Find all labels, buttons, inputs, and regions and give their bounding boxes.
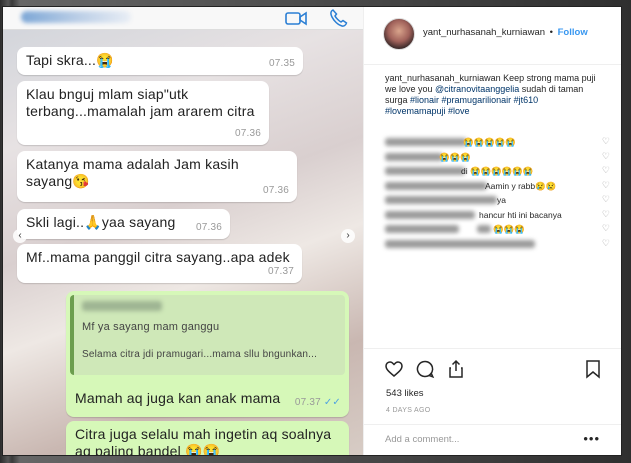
message-text: Skli lagi..🙏yaa sayang	[26, 214, 176, 230]
quote-line: Selama citra jdi pramugari...mama sllu b…	[82, 349, 318, 360]
comment-text: 😭😭😭😭😭	[463, 137, 516, 147]
message-time: 07.37	[267, 266, 294, 277]
like-comment-icon[interactable]: ♡	[602, 194, 610, 205]
instagram-side-panel: yant_nurhasanah_kurniawan • Follow yant_…	[363, 7, 621, 455]
chat-reply-message: Mf ya sayang mam ganggu Selama citra jdi…	[66, 291, 349, 417]
comment-item: di 😭😭😭😭😭😭 ♡	[385, 164, 610, 179]
follow-button[interactable]: Follow	[558, 27, 588, 38]
image-prev-arrow[interactable]: ‹	[13, 229, 27, 243]
message-text: Mamah aq juga kan anak mama	[75, 390, 281, 406]
chat-message: Skli lagi..🙏yaa sayang 07.36	[17, 209, 230, 239]
avatar[interactable]	[383, 18, 415, 50]
comment-text: ya	[497, 195, 506, 205]
message-time: 07.36	[234, 128, 261, 139]
post-header: yant_nurhasanah_kurniawan • Follow	[364, 7, 621, 65]
message-time: 07.37 ✓✓	[295, 394, 341, 411]
comment-text: 😭😭😭	[493, 224, 525, 234]
quote-line: Mf ya sayang mam ganggu	[82, 321, 220, 333]
comment-item: hancur hti ini bacanya ♡	[385, 208, 610, 223]
image-next-arrow[interactable]: ›	[341, 229, 355, 243]
blurred-commenter	[385, 138, 467, 146]
comment-item: Aamin y rabb😢😢 ♡	[385, 179, 610, 194]
message-text: Klau bnguj mlam siap"utk terbang...mamal…	[26, 86, 255, 119]
message-text: Mf..mama panggil citra sayang..apa adek	[26, 249, 290, 265]
share-upload-icon[interactable]	[446, 359, 466, 379]
add-comment-input[interactable]: Add a comment...	[385, 434, 459, 445]
message-text: Katanya mama adalah Jam kasih sayang😘	[26, 156, 239, 189]
like-comment-icon[interactable]: ♡	[602, 238, 610, 249]
add-comment-bar: Add a comment... •••	[364, 424, 621, 455]
message-text: Citra juga selalu mah ingetin aq soalnya…	[75, 426, 332, 455]
more-options-icon[interactable]: •••	[583, 431, 600, 446]
comment-item: ya ♡	[385, 193, 610, 208]
phone-call-icon	[330, 9, 348, 27]
comment-text: hancur hti ini bacanya	[479, 209, 562, 220]
blurred-commenter	[385, 167, 465, 175]
post-image-chat-screenshot: Tapi skra...😭 07.35 Klau bnguj mlam siap…	[3, 7, 363, 455]
post-actions-section: 543 likes 4 DAYS AGO Add a comment... ••…	[364, 348, 621, 455]
chat-message: Tapi skra...😭 07.35	[17, 47, 303, 75]
message-time: 07.36	[262, 185, 289, 196]
comment-text: Aamin y rabb😢😢	[485, 180, 557, 191]
comment-text: 😭😭😭	[439, 151, 471, 162]
blurred-commenter	[385, 225, 459, 233]
like-heart-icon[interactable]	[384, 359, 404, 379]
message-time: 07.35	[268, 58, 295, 69]
caption-mention[interactable]: @citranovitaanggelia	[435, 84, 519, 94]
post-modal: Tapi skra...😭 07.35 Klau bnguj mlam siap…	[3, 7, 621, 455]
chat-reply-message: Citra juga selalu mah ingetin aq soalnya…	[66, 421, 349, 455]
blurred-commenter	[385, 239, 535, 248]
read-ticks-icon: ✓✓	[323, 397, 341, 408]
chat-header	[3, 7, 363, 30]
like-comment-icon[interactable]: ♡	[602, 180, 610, 191]
like-comment-icon[interactable]: ♡	[602, 151, 610, 162]
blurred-comment-text	[477, 225, 491, 233]
message-text: Tapi skra...😭	[26, 52, 114, 68]
message-time-value: 07.37	[294, 397, 321, 408]
username-link[interactable]: yant_nurhasanah_kurniawan	[423, 27, 545, 38]
message-time: 07.36	[195, 222, 222, 233]
like-comment-icon[interactable]: ♡	[602, 223, 610, 234]
blurred-contact-name	[21, 11, 131, 23]
caption-username[interactable]: yant_nurhasanah_kurniawan	[385, 73, 501, 83]
separator: •	[549, 27, 553, 38]
comment-bubble-icon[interactable]	[415, 359, 435, 379]
like-comment-icon[interactable]: ♡	[602, 209, 610, 220]
blurred-commenter	[385, 181, 487, 190]
chat-message: Klau bnguj mlam siap"utk terbang...mamal…	[17, 81, 269, 145]
comments-list: 😭😭😭😭😭 ♡ 😭😭😭 ♡ di 😭😭😭😭😭😭 ♡ Aamin y rabb😢😢…	[385, 135, 610, 251]
comment-text: di 😭😭😭😭😭😭	[461, 166, 534, 176]
comment-item: ♡	[385, 237, 610, 252]
comment-item: 😭😭😭 ♡	[385, 150, 610, 165]
post-timestamp: 4 DAYS AGO	[386, 407, 431, 414]
blurred-commenter	[385, 210, 475, 219]
comment-item: 😭😭😭 ♡	[385, 222, 610, 237]
post-caption: yant_nurhasanah_kurniawan Keep strong ma…	[385, 73, 601, 117]
blurred-commenter	[385, 152, 443, 161]
blurred-commenter	[385, 196, 497, 204]
quoted-message: Mf ya sayang mam ganggu Selama citra jdi…	[70, 295, 345, 375]
chat-message: Katanya mama adalah Jam kasih sayang😘 07…	[17, 151, 297, 202]
blurred-quote-sender	[82, 301, 162, 311]
video-call-icon	[285, 11, 307, 26]
like-comment-icon[interactable]: ♡	[602, 136, 610, 147]
chat-message: Mf..mama panggil citra sayang..apa adek …	[17, 244, 302, 283]
caption-hashtags[interactable]: #lionair #pramugarilionair #jt610 #lovem…	[385, 95, 538, 116]
comment-item: 😭😭😭😭😭 ♡	[385, 135, 610, 150]
likes-count[interactable]: 543 likes	[386, 388, 424, 399]
bookmark-save-icon[interactable]	[583, 359, 603, 379]
post-author: yant_nurhasanah_kurniawan • Follow	[423, 27, 588, 38]
like-comment-icon[interactable]: ♡	[602, 165, 610, 176]
